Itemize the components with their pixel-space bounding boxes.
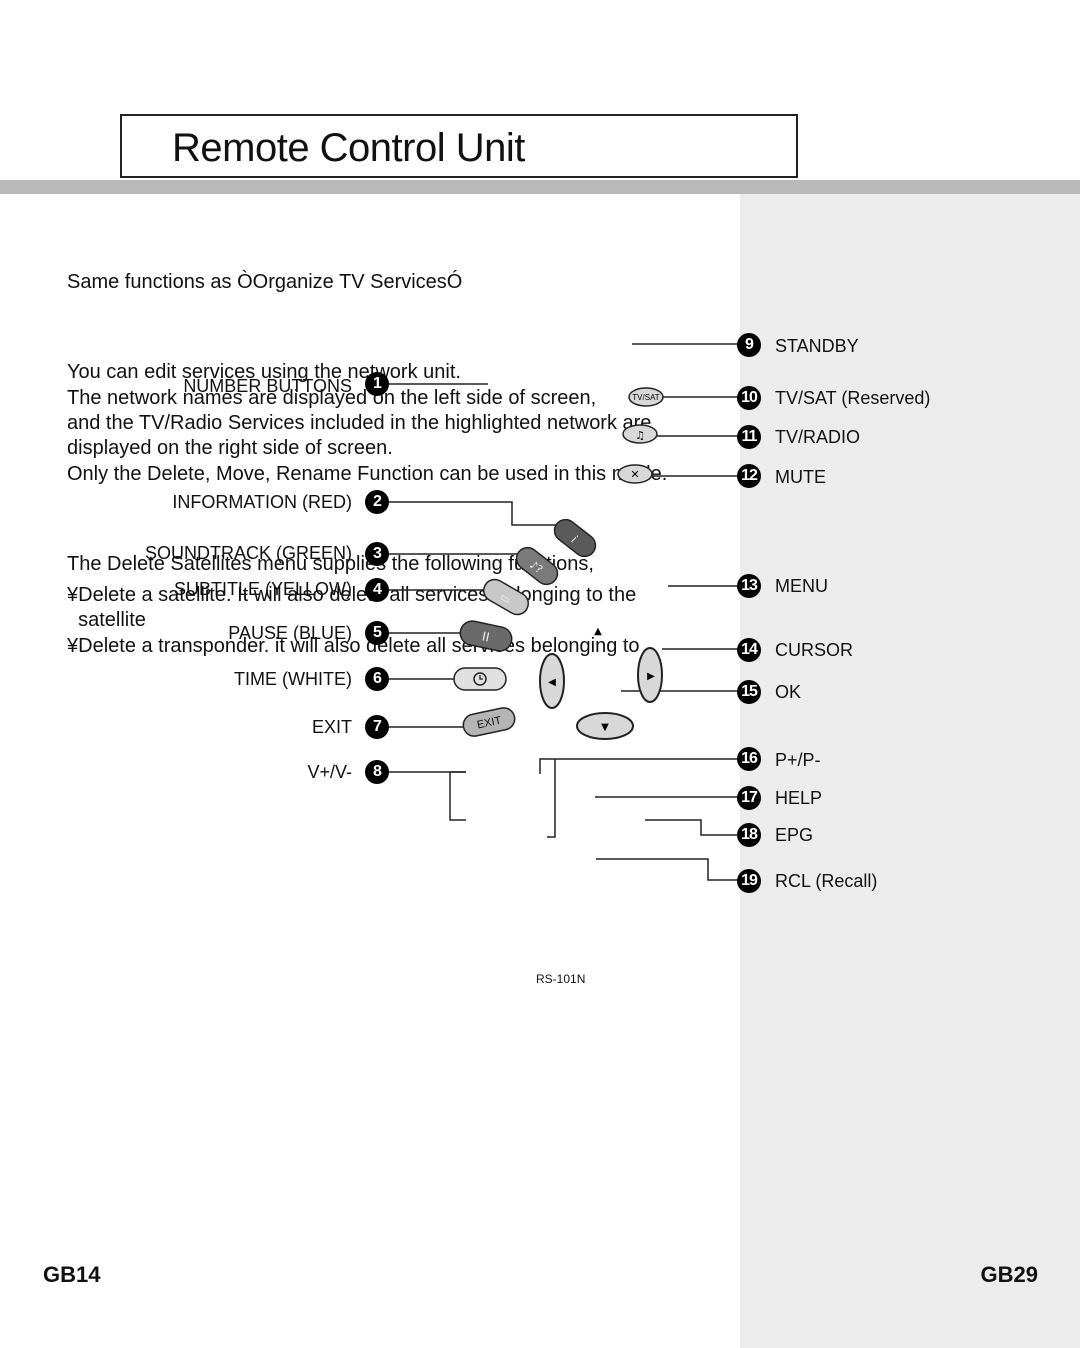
callout-number-3: 3 [365,542,389,566]
callout-number-1: 1 [365,372,389,396]
callout-label-exit: EXIT [311,717,352,737]
cursor-down-icon: ▼ [601,722,609,733]
tv-sat-button[interactable]: TV/SAT [628,387,664,407]
callout-label-volume: V+/V- [307,762,352,782]
leader-line-2 [388,501,560,526]
leader-line-16 [539,758,738,774]
soundtrack-button[interactable]: ♪? [512,543,562,589]
callout-label-epg: EPG [775,825,814,845]
mute-icon: ✕ [630,468,639,481]
mute-button[interactable]: ✕ [617,464,653,484]
callout-label-tv-sat: TV/SAT (Reserved) [775,388,931,408]
callout-label-standby: STANDBY [775,336,859,356]
time-button[interactable] [453,667,507,691]
leader-line-18 [645,819,738,836]
callout-number-18: 18 [737,823,761,847]
callout-label-help: HELP [775,788,823,808]
model-name: RS-101N [536,972,586,986]
callout-label-information: INFORMATION (RED) [172,492,352,512]
page-number-left: GB14 [43,1262,101,1287]
callout-label-mute: MUTE [775,467,826,487]
callout-label-recall: RCL (Recall) [775,871,878,891]
callout-label-menu: MENU [775,576,828,596]
pause-button[interactable]: II [458,619,514,653]
callout-label-tv-radio: TV/RADIO [775,427,861,447]
cursor-left-button[interactable]: ◀ [539,653,565,709]
callout-number-17: 17 [737,786,761,810]
callout-number-11: 11 [737,425,761,449]
cursor-right-button[interactable]: ▶ [637,647,663,703]
callout-label-time: TIME (WHITE) [234,669,352,689]
subtitle-button[interactable]: ▭ [480,575,533,618]
callout-label-ok: OK [775,682,802,702]
callout-number-7: 7 [365,715,389,739]
info-button[interactable]: i [550,515,600,561]
leader-bracket-16 [547,759,556,838]
callout-number-5: 5 [365,621,389,645]
callout-number-4: 4 [365,578,389,602]
page-number-right: GB29 [980,1262,1038,1287]
callout-number-10: 10 [737,386,761,410]
cursor-up-icon: ▲ [594,626,602,637]
callout-number-12: 12 [737,464,761,488]
callout-number-15: 15 [737,680,761,704]
callout-number-9: 9 [737,333,761,357]
cursor-left-icon: ◀ [548,677,556,688]
callout-number-19: 19 [737,869,761,893]
leader-bracket-8 [449,771,466,821]
callout-label-subtitle: SUBTITLE (YELLOW) [173,579,352,599]
tv-radio-button[interactable]: ♫ [622,424,658,444]
callout-label-program: P+/P- [775,750,821,770]
exit-button[interactable]: EXIT [461,706,516,738]
callout-label-soundtrack: SOUNDTRACK (GREEN) [144,543,352,563]
music-note-icon: ♫ [635,429,645,442]
callout-label-pause: PAUSE (BLUE) [228,623,352,643]
callout-label-number-buttons: NUMBER BUTTONS [183,376,352,396]
callout-number-6: 6 [365,667,389,691]
callout-number-13: 13 [737,574,761,598]
cursor-right-icon: ▶ [647,671,655,682]
leader-line-19 [596,858,738,881]
callout-label-cursor: CURSOR [775,640,854,660]
callout-number-16: 16 [737,747,761,771]
callout-number-2: 2 [365,490,389,514]
cursor-down-button[interactable]: ▼ [576,712,634,740]
tv-sat-button-label: TV/SAT [632,393,660,402]
callout-number-14: 14 [737,638,761,662]
remote-diagram: TV/SAT ♫ ✕ i ♪? ▭ II EXIT ▲ ◀ ▶ ▼ [388,343,738,881]
callout-number-8: 8 [365,760,389,784]
